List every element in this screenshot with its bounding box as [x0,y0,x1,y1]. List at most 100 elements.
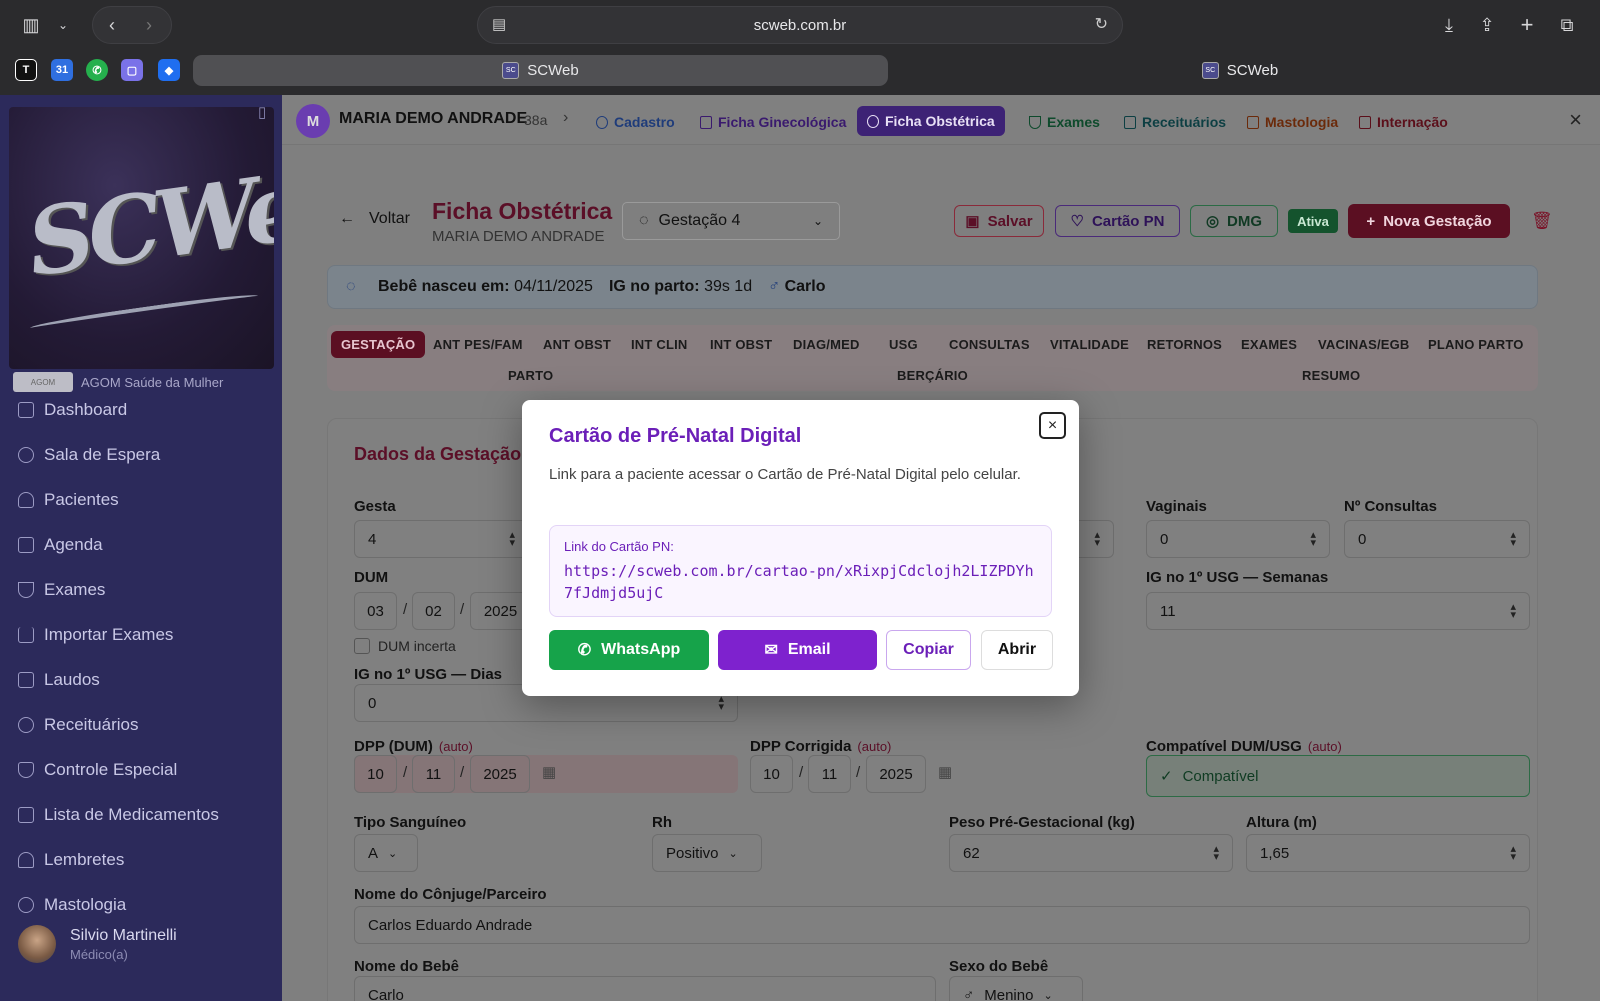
step-ant-obst[interactable]: ANT OBST [543,337,611,352]
sidebar-item-receituarios[interactable]: Receituários [14,710,139,740]
tab-inactive[interactable]: SC SCWeb [890,55,1590,86]
step-usg[interactable]: USG [889,337,918,352]
stepper-icon[interactable]: ▴ ▾ [1510,602,1516,621]
sidebar-item-lembretes[interactable]: Lembretes [18,845,124,875]
compat-value: Compatível [1182,767,1259,785]
calendar-favorite-icon[interactable]: 31 [51,59,73,81]
step-vitalidade[interactable]: VITALIDADE [1050,337,1129,352]
stepper-icon[interactable]: ▴ ▾ [1510,530,1516,549]
step-diag-med[interactable]: DIAG/MED [793,337,860,352]
sidebar-item-lista-de-medicamentos[interactable]: Lista de Medicamentos [18,800,219,830]
blood-type-select[interactable]: A ⌄ [354,834,418,872]
step-bercario[interactable]: BERÇÁRIO [897,368,968,383]
stepper-icon[interactable]: ▴ ▾ [509,530,515,549]
rh-select[interactable]: Positivo ⌄ [652,834,762,872]
step-vacinas-egb[interactable]: VACINAS/EGB [1318,337,1410,352]
back-icon[interactable]: ‹ [97,10,127,40]
share-icon[interactable]: ⇪ [1472,10,1502,40]
step-exames[interactable]: EXAMES [1241,337,1297,352]
sidebar-item-exames[interactable]: Exames [18,575,105,605]
stepper-icon[interactable]: ▴ ▾ [1510,844,1516,863]
step-ant-pes-fam[interactable]: ANT PES/FAM [433,337,523,352]
tab-active[interactable]: SC SCWeb [193,55,888,86]
close-icon[interactable]: × [1039,412,1066,439]
step-gestacao[interactable]: GESTAÇÃO [331,331,426,358]
weight-input[interactable]: 62 ▴ ▾ [949,834,1233,872]
link-value[interactable]: https://scweb.com.br/cartao-pn/xRixpjCdc… [564,560,1037,604]
vaginais-input[interactable]: 0 ▴ ▾ [1146,520,1330,558]
tab-overview-icon[interactable]: ⧉ [1552,10,1582,40]
gestation-select[interactable]: ◌ Gestação 4 ⌄ [622,202,840,240]
whatsapp-favorite-icon[interactable]: ✆ [86,59,108,81]
tab-exames[interactable]: Exames [1019,108,1110,136]
sidebar-toggle-icon[interactable]: ▥ [16,10,46,40]
step-int-obst[interactable]: INT OBST [710,337,772,352]
sidebar-item-laudos[interactable]: Laudos [18,665,100,695]
tab-cadastro[interactable]: Cadastro [586,108,685,136]
dum-day-input[interactable]: 03 [354,592,397,630]
address-bar[interactable]: ▤ scweb.com.br ↻ [477,6,1123,44]
new-tab-icon[interactable]: + [1512,10,1542,40]
baby-sex-select[interactable]: ♂ Menino ⌄ [949,976,1083,1001]
dum-month-input[interactable]: 02 [412,592,455,630]
reload-icon[interactable]: ↻ [1095,14,1108,34]
sidebar-item-agenda[interactable]: Agenda [18,530,103,560]
sidebar-item-mastologia[interactable]: Mastologia [18,890,126,920]
dum-year-input[interactable]: 2025 [470,592,530,630]
checkbox-icon[interactable] [354,638,370,654]
tab-internacao[interactable]: Internação [1349,108,1458,136]
chevron-down-icon[interactable]: ⌄ [48,10,78,40]
favorite-4-icon[interactable]: ▢ [121,59,143,81]
sidebar-item-sala-de-espera[interactable]: Sala de Espera [18,440,160,470]
trash-icon[interactable]: 🗑 [1531,211,1553,231]
whatsapp-button[interactable]: ✆ WhatsApp [549,630,709,670]
dum-uncertain-checkbox[interactable]: DUM incerta [354,638,456,654]
gesta-input[interactable]: 4 ▴ ▾ [354,520,529,558]
step-int-clin[interactable]: INT CLIN [631,337,687,352]
baby-icon [867,114,879,128]
dropbox-favorite-icon[interactable]: ◆ [158,59,180,81]
height-input[interactable]: 1,65 ▴ ▾ [1246,834,1530,872]
sidebar-item-controle-especial[interactable]: Controle Especial [18,755,177,785]
stepper-icon[interactable]: ▴ ▾ [1094,530,1100,549]
calendar-icon[interactable]: ▦ [542,763,556,781]
open-button[interactable]: Abrir [981,630,1053,670]
calendar-icon[interactable]: ▦ [938,763,952,781]
auto-tag: (auto) [438,739,473,754]
sidebar-item-dashboard[interactable]: Dashboard [18,395,127,425]
close-icon[interactable]: × [1569,107,1582,133]
partner-input[interactable]: Carlos Eduardo Andrade [354,906,1530,944]
favorite-1-icon[interactable]: T [15,59,37,81]
step-resumo[interactable]: RESUMO [1302,368,1360,383]
step-parto[interactable]: PARTO [508,368,553,383]
stepper-icon[interactable]: ▴ ▾ [1310,530,1316,549]
new-gestation-button[interactable]: + Nova Gestação [1348,204,1510,238]
sidebar-item-importar-exames[interactable]: Importar Exames [18,620,173,650]
email-button[interactable]: ✉ Email [718,630,877,670]
tab-label: SCWeb [527,62,579,79]
sidebar-item-pacientes[interactable]: Pacientes [18,485,119,515]
copy-button[interactable]: Copiar [886,630,971,670]
user-profile[interactable]: Silvio Martinelli Médico(a) [18,925,177,963]
back-button[interactable]: ← Voltar [339,210,410,228]
step-consultas[interactable]: CONSULTAS [949,337,1030,352]
plus-icon: + [1366,212,1376,230]
collapse-sidebar-icon[interactable]: ▯ [258,103,266,121]
consultas-input[interactable]: 0 ▴ ▾ [1344,520,1530,558]
cartao-pn-button[interactable]: ♡ Cartão PN [1055,205,1180,237]
tab-ficha-ginecologica[interactable]: Ficha Ginecológica [690,108,856,136]
tab-mastologia[interactable]: Mastologia [1237,108,1348,136]
stepper-icon[interactable]: ▴ ▾ [1213,844,1219,863]
baby-name-input[interactable]: Carlo [354,976,936,1001]
email-label: Email [787,641,831,658]
step-plano-parto[interactable]: PLANO PARTO [1428,337,1524,352]
step-retornos[interactable]: RETORNOS [1147,337,1222,352]
tab-ficha-obstetrica[interactable]: Ficha Obstétrica [857,106,1005,136]
forward-icon[interactable]: › [134,10,164,40]
download-icon[interactable]: ⤓ [1434,10,1464,40]
ig-usg-weeks-input[interactable]: 11 ▴ ▾ [1146,592,1530,630]
tab-receituarios[interactable]: Receituários [1114,108,1236,136]
stepper-icon[interactable]: ▴ ▾ [718,694,724,713]
save-button[interactable]: ▣ Salvar [954,205,1044,237]
dmg-button[interactable]: ◎ DMG [1190,205,1278,237]
